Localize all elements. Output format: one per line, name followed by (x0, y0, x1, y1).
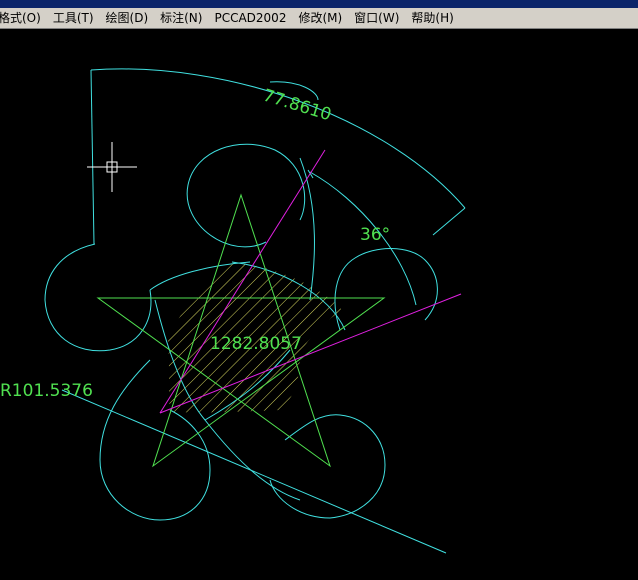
menu-modify[interactable]: 修改(M) (292, 9, 348, 28)
menu-format[interactable]: 格式(O) (0, 9, 47, 28)
title-bar-fragment (0, 0, 638, 8)
area-label: 1282.8057 (210, 334, 302, 354)
angle-label: 36° (360, 225, 390, 245)
menu-pccad[interactable]: PCCAD2002 (208, 9, 292, 28)
menu-help[interactable]: 帮助(H) (405, 9, 459, 28)
crosshair-cursor-icon (87, 142, 137, 192)
menu-tools[interactable]: 工具(T) (47, 9, 100, 28)
menu-bar: 格式(O) 工具(T) 绘图(D) 标注(N) PCCAD2002 修改(M) … (0, 8, 638, 29)
arc-length-label: 77.8610 (261, 86, 334, 126)
menu-dimension[interactable]: 标注(N) (154, 9, 208, 28)
menu-window[interactable]: 窗口(W) (348, 9, 405, 28)
menu-draw[interactable]: 绘图(D) (100, 9, 155, 28)
drawing-canvas[interactable]: 77.8610 36° 1282.8057 R101.5376 (0, 30, 638, 576)
radius-label: R101.5376 (0, 381, 93, 401)
